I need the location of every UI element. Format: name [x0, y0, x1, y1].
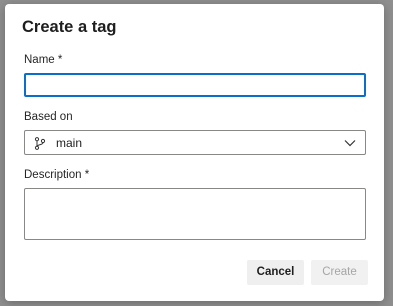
- cancel-button[interactable]: Cancel: [247, 260, 304, 285]
- based-on-value: main: [56, 136, 83, 150]
- branch-icon: [34, 137, 46, 150]
- dialog-title: Create a tag: [22, 18, 117, 36]
- based-on-dropdown[interactable]: main: [24, 130, 366, 155]
- create-button[interactable]: Create: [311, 260, 368, 285]
- name-input[interactable]: [24, 73, 366, 97]
- description-label: Description *: [24, 169, 90, 181]
- create-tag-dialog: Create a tag Name * Based on main Descri…: [5, 4, 384, 301]
- based-on-label: Based on: [24, 111, 73, 123]
- name-label: Name *: [24, 54, 63, 66]
- chevron-down-icon: [344, 140, 356, 147]
- description-field[interactable]: [24, 188, 366, 240]
